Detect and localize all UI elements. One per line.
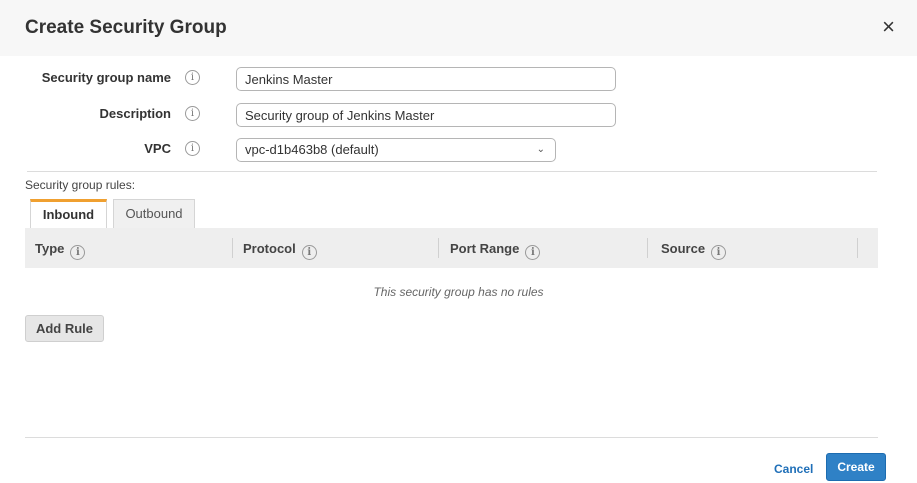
column-header-label: Protocol xyxy=(243,241,296,256)
column-divider xyxy=(438,238,439,258)
info-icon[interactable]: i xyxy=(301,245,317,260)
info-icon[interactable]: i xyxy=(185,106,200,121)
security-group-name-input[interactable] xyxy=(236,67,616,91)
create-button[interactable]: Create xyxy=(826,453,886,481)
add-rule-button[interactable]: Add Rule xyxy=(25,315,104,342)
section-divider xyxy=(27,171,877,172)
cancel-button[interactable]: Cancel xyxy=(774,462,813,476)
vpc-select[interactable]: vpc-d1b463b8 (default) ⌄ xyxy=(236,138,556,162)
dialog-header: Create Security Group × xyxy=(0,0,917,56)
tab-inbound[interactable]: Inbound xyxy=(30,199,107,229)
chevron-down-icon: ⌄ xyxy=(536,144,545,155)
close-icon[interactable]: × xyxy=(882,16,895,38)
security-group-rules-label: Security group rules: xyxy=(25,178,136,192)
info-icon[interactable]: i xyxy=(70,245,86,260)
vpc-select-value: vpc-d1b463b8 (default) xyxy=(245,142,379,157)
tab-outbound[interactable]: Outbound xyxy=(113,199,195,229)
info-icon[interactable]: i xyxy=(525,245,541,260)
column-divider xyxy=(857,238,858,258)
info-icon[interactable]: i xyxy=(185,141,200,156)
info-icon[interactable]: i xyxy=(185,70,200,85)
column-header-port-range[interactable]: Port Range i xyxy=(450,241,541,260)
description-label: Description xyxy=(99,106,171,121)
security-group-name-label: Security group name xyxy=(41,70,171,85)
column-header-label: Type xyxy=(35,241,65,256)
footer-divider xyxy=(25,437,878,438)
info-icon[interactable]: i xyxy=(711,245,727,260)
vpc-label: VPC xyxy=(144,141,171,156)
column-divider xyxy=(647,238,648,258)
column-header-protocol[interactable]: Protocol i xyxy=(243,241,317,260)
description-input[interactable] xyxy=(236,103,616,127)
dialog-title: Create Security Group xyxy=(25,17,227,38)
column-header-type[interactable]: Type i xyxy=(35,241,86,260)
column-header-label: Port Range xyxy=(450,241,520,256)
column-header-label: Source xyxy=(661,241,706,256)
column-header-source[interactable]: Source i xyxy=(661,241,727,260)
empty-rules-message: This security group has no rules xyxy=(373,285,544,299)
rules-table-header: Type i Protocol i Port Range i Source i xyxy=(25,228,878,268)
column-divider xyxy=(232,238,233,258)
